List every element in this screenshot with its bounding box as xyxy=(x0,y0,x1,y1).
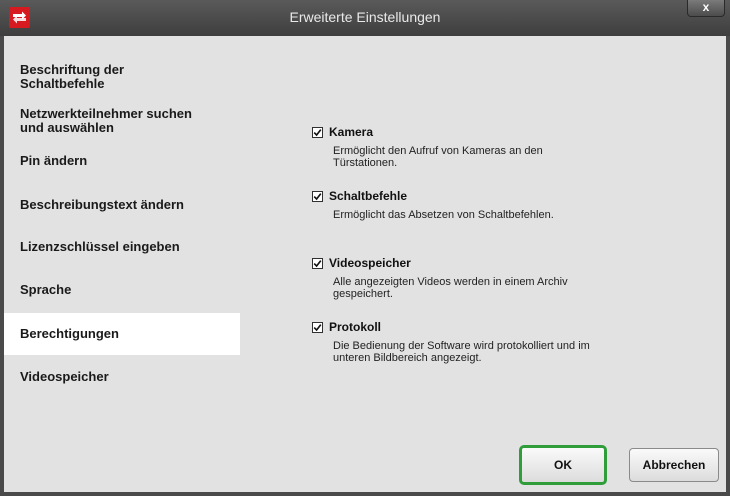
sidebar-item-label: Beschriftung der xyxy=(20,62,125,77)
permission-camera: Kamera Ermöglicht den Aufruf von Kameras… xyxy=(312,125,632,169)
checkmark-icon xyxy=(313,259,322,267)
video-storage-checkbox[interactable] xyxy=(312,257,323,269)
settings-dialog: Erweiterte Einstellungen x Beschriftung … xyxy=(0,0,730,496)
sidebar-item-label: Schaltbefehle xyxy=(20,76,105,91)
video-storage-description: Alle angezeigten Videos werden in einem … xyxy=(333,276,632,300)
switch-commands-checkbox-label[interactable]: Schaltbefehle xyxy=(329,189,407,203)
sidebar-item-label: und auswählen xyxy=(20,120,114,135)
sidebar-item-video-storage[interactable]: Videospeicher xyxy=(4,362,240,392)
sidebar-item-label: Lizenzschlüssel eingeben xyxy=(20,239,180,254)
description-line: unteren Bildbereich angezeigt. xyxy=(333,352,482,364)
sidebar-item-language[interactable]: Sprache xyxy=(4,275,240,305)
checkmark-icon xyxy=(313,323,322,331)
description-line: Ermöglicht das Absetzen von Schaltbefehl… xyxy=(333,209,554,221)
description-line: Die Bedienung der Software wird protokol… xyxy=(333,340,590,352)
permission-protocol: Protokoll Die Bedienung der Software wir… xyxy=(312,320,632,364)
protocol-checkbox-label[interactable]: Protokoll xyxy=(329,320,381,334)
sidebar-item-license-key[interactable]: Lizenzschlüssel eingeben xyxy=(4,232,240,262)
checkmark-icon xyxy=(313,192,322,200)
camera-description: Ermöglicht den Aufruf von Kameras an den… xyxy=(333,145,632,169)
ok-button[interactable]: OK xyxy=(519,445,607,485)
sidebar-item-label: Netzwerkteilnehmer suchen xyxy=(20,106,192,121)
description-line: Alle angezeigten Videos werden in einem … xyxy=(333,276,568,288)
window-title: Erweiterte Einstellungen xyxy=(289,9,441,25)
sidebar-item-label: Pin ändern xyxy=(20,153,88,168)
protocol-checkbox[interactable] xyxy=(312,321,323,333)
description-line: Türstationen. xyxy=(333,157,398,169)
sidebar-item-label: Videospeicher xyxy=(20,369,109,384)
sidebar-item-change-pin[interactable]: Pin ändern xyxy=(4,146,240,176)
title-bar[interactable]: Erweiterte Einstellungen x xyxy=(0,0,730,36)
switch-commands-checkbox[interactable] xyxy=(312,190,323,202)
permission-video-storage: Videospeicher Alle angezeigten Videos we… xyxy=(312,256,632,300)
switch-commands-description: Ermöglicht das Absetzen von Schaltbefehl… xyxy=(333,209,632,221)
close-icon: x xyxy=(702,0,710,14)
close-button[interactable]: x xyxy=(687,0,725,17)
sidebar-item-network-participants[interactable]: Netzwerkteilnehmer suchen und auswählen xyxy=(4,104,240,138)
camera-checkbox-label[interactable]: Kamera xyxy=(329,125,373,139)
sidebar-item-permissions[interactable]: Berechtigungen xyxy=(4,313,240,355)
camera-checkbox[interactable] xyxy=(312,126,323,138)
sidebar-item-label: Berechtigungen xyxy=(20,326,119,341)
sidebar-item-description-text[interactable]: Beschreibungstext ändern xyxy=(4,190,240,220)
sidebar-item-label: Beschreibungstext ändern xyxy=(20,197,184,212)
cancel-button[interactable]: Abbrechen xyxy=(629,448,719,482)
video-storage-checkbox-label[interactable]: Videospeicher xyxy=(329,256,411,270)
description-line: gespeichert. xyxy=(333,288,393,300)
protocol-description: Die Bedienung der Software wird protokol… xyxy=(333,340,632,364)
description-line: Ermöglicht den Aufruf von Kameras an den xyxy=(333,145,543,157)
sidebar-item-button-labels[interactable]: Beschriftung der Schaltbefehle xyxy=(4,60,240,94)
permission-switch-commands: Schaltbefehle Ermöglicht das Absetzen vo… xyxy=(312,189,632,221)
checkmark-icon xyxy=(313,128,322,136)
sidebar-item-label: Sprache xyxy=(20,282,72,297)
